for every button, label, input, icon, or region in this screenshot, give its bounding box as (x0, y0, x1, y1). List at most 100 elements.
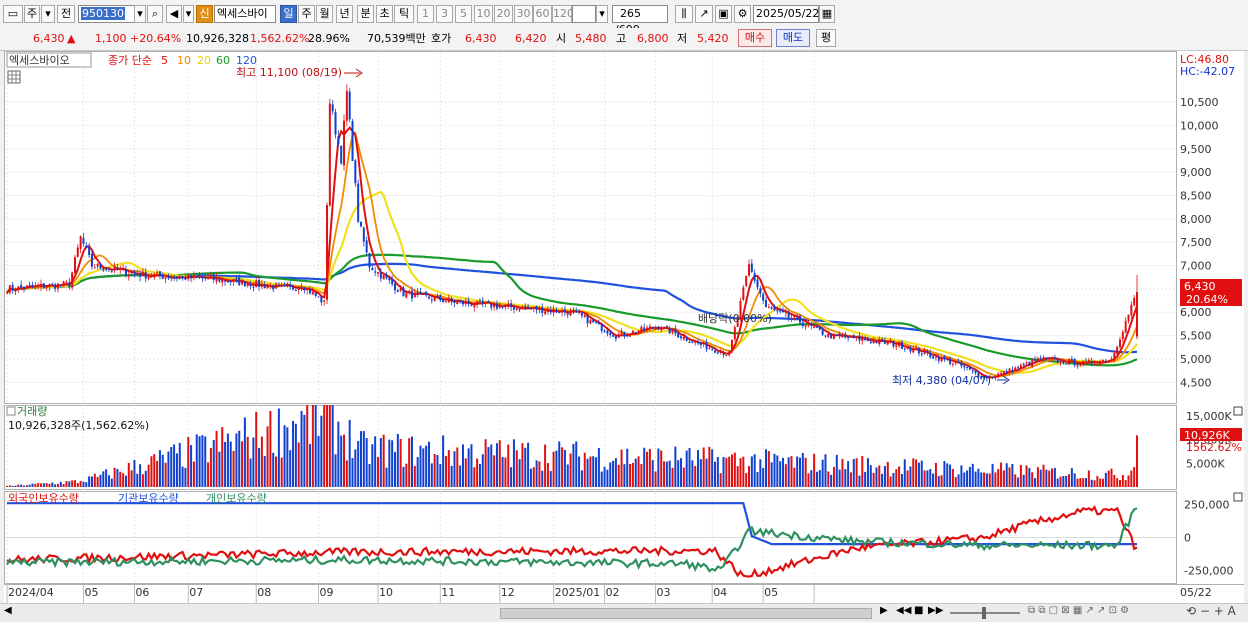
scroll-right-icon[interactable]: ▶ (880, 605, 888, 616)
candle-body (852, 335, 855, 339)
legend-ma20: 20 (197, 54, 211, 67)
gear-icon[interactable]: ⚙ (734, 5, 751, 23)
candle-body (909, 347, 912, 352)
date-input[interactable]: 2025/05/22 (753, 5, 819, 23)
period-second-button[interactable]: 초 (376, 5, 393, 23)
stock-chart[interactable]: 4,5005,0005,5006,0006,5007,0007,5008,000… (4, 51, 1244, 603)
volume-bar (280, 457, 283, 487)
volume-bar (1136, 435, 1138, 487)
fast-forward-icon[interactable]: ▶▶ (928, 605, 943, 616)
volume-bar (830, 474, 833, 487)
table-icon[interactable] (7, 70, 21, 84)
interval-dropdown-icon[interactable]: ▾ (596, 5, 608, 23)
layout-icon[interactable]: ▭ (3, 5, 23, 23)
chart-type-dropdown-icon[interactable]: ▾ (41, 5, 55, 23)
period-tick-button[interactable]: 틱 (394, 5, 414, 23)
bar-count-field[interactable]: 265/600 (612, 5, 668, 36)
legend-ma10: 10 (177, 54, 191, 67)
candle-body (464, 301, 467, 305)
interval-3-button[interactable]: 3 (436, 5, 453, 23)
volume-tick: 15,000K (1186, 410, 1232, 423)
scroll-thumb[interactable] (500, 608, 872, 619)
zoom-controls[interactable]: ⟲ − + A (1186, 604, 1236, 618)
code-dropdown-icon[interactable]: ▾ (134, 5, 146, 23)
volume-toggle-icon[interactable] (6, 406, 16, 416)
candle-body (493, 304, 496, 308)
chart-type-button[interactable]: 주 (24, 5, 40, 23)
candle-body (991, 376, 994, 378)
panel-name-tag[interactable]: 엑세스바이오 (9, 54, 70, 67)
volume-bar (277, 408, 280, 487)
holding-close-icon[interactable] (1233, 492, 1243, 502)
candle-body (1099, 361, 1102, 365)
candle-body (178, 276, 181, 278)
volume-bar (507, 444, 510, 487)
volume-bar (79, 481, 82, 487)
candle-body (626, 335, 629, 337)
candle-body (1093, 363, 1096, 365)
volume-bar (241, 441, 244, 487)
interval-60-button[interactable]: 60 (533, 5, 552, 23)
candle-icon[interactable]: ⫼ (675, 5, 693, 23)
search-icon[interactable]: ⌕ (147, 5, 163, 23)
volume-bar (473, 467, 476, 487)
candle-body (750, 263, 753, 272)
candle-body (294, 289, 297, 291)
interval-30-button[interactable]: 30 (514, 5, 533, 23)
speaker-icon[interactable]: ◀ (166, 5, 182, 23)
volume-bar (461, 444, 464, 487)
stock-code-input[interactable]: 950130 (78, 5, 136, 23)
calendar-icon[interactable]: ▦ (819, 5, 835, 23)
prev-button[interactable]: 전 (57, 5, 75, 23)
period-week-button[interactable]: 주 (298, 5, 315, 23)
volume-bar (444, 455, 447, 487)
period-year-button[interactable]: 년 (336, 5, 353, 23)
volume-bar (442, 435, 445, 487)
draw-tool-icon[interactable]: ↗ (695, 5, 713, 23)
volume-bar (1113, 474, 1116, 487)
volume-bar (985, 473, 988, 487)
volume-bar (821, 459, 824, 487)
period-minute-button[interactable]: 분 (357, 5, 374, 23)
buy-button[interactable]: 매수 (738, 29, 772, 47)
candle-body (864, 337, 867, 341)
volume-bar (419, 445, 422, 487)
volume-bar (864, 472, 867, 487)
volume-bar (481, 454, 484, 487)
candle-body (410, 290, 413, 299)
scroll-left-icon[interactable]: ◀ (4, 605, 12, 616)
speaker-dropdown-icon[interactable]: ▾ (183, 5, 194, 23)
interval-120-button[interactable]: 120 (552, 5, 574, 23)
candle-body (1130, 304, 1133, 316)
volume-bar (745, 473, 748, 487)
period-month-button[interactable]: 월 (316, 5, 333, 23)
candle-body (42, 283, 45, 289)
bid-price-2: 6,420 (515, 32, 547, 45)
interval-5-button[interactable]: 5 (455, 5, 472, 23)
candle-body (651, 326, 654, 329)
period-day-button[interactable]: 일 (280, 5, 297, 23)
save-icon[interactable]: ▣ (715, 5, 732, 23)
volume-bar (425, 445, 428, 487)
volume-close-icon[interactable] (1233, 406, 1243, 416)
eval-button[interactable]: 평 (816, 29, 836, 47)
stock-name: 엑세스바이 (217, 7, 268, 20)
interval-1-button[interactable]: 1 (417, 5, 434, 23)
volume-bar (1000, 462, 1003, 487)
volume-bar (677, 460, 680, 487)
sell-button[interactable]: 매도 (776, 29, 810, 47)
candle-body (144, 272, 147, 279)
candle-body (351, 121, 354, 161)
rewind-icon[interactable]: ◀◀ (896, 605, 911, 616)
volume-bar (1124, 480, 1127, 487)
interval-10-button[interactable]: 10 (474, 5, 493, 23)
interval-20-button[interactable]: 20 (494, 5, 513, 23)
candle-body (1085, 360, 1088, 362)
candle-body (1005, 371, 1008, 374)
stop-icon[interactable]: ■ (914, 605, 923, 616)
price-tick: 6,000 (1180, 306, 1212, 319)
interval-custom-input[interactable] (572, 5, 596, 23)
scroll-bar[interactable]: ◀ ▶ ◀◀ ■ ▶▶ ⧉ ⧉ ▢ ⊠ ▦ ↗ ↗ ⊡ ⚙ ⟲ − + A (0, 603, 1248, 622)
layout-icons[interactable]: ⧉ ⧉ ▢ ⊠ ▦ ↗ ↗ ⊡ ⚙ (1028, 605, 1129, 616)
zoom-slider-handle[interactable] (982, 607, 986, 619)
